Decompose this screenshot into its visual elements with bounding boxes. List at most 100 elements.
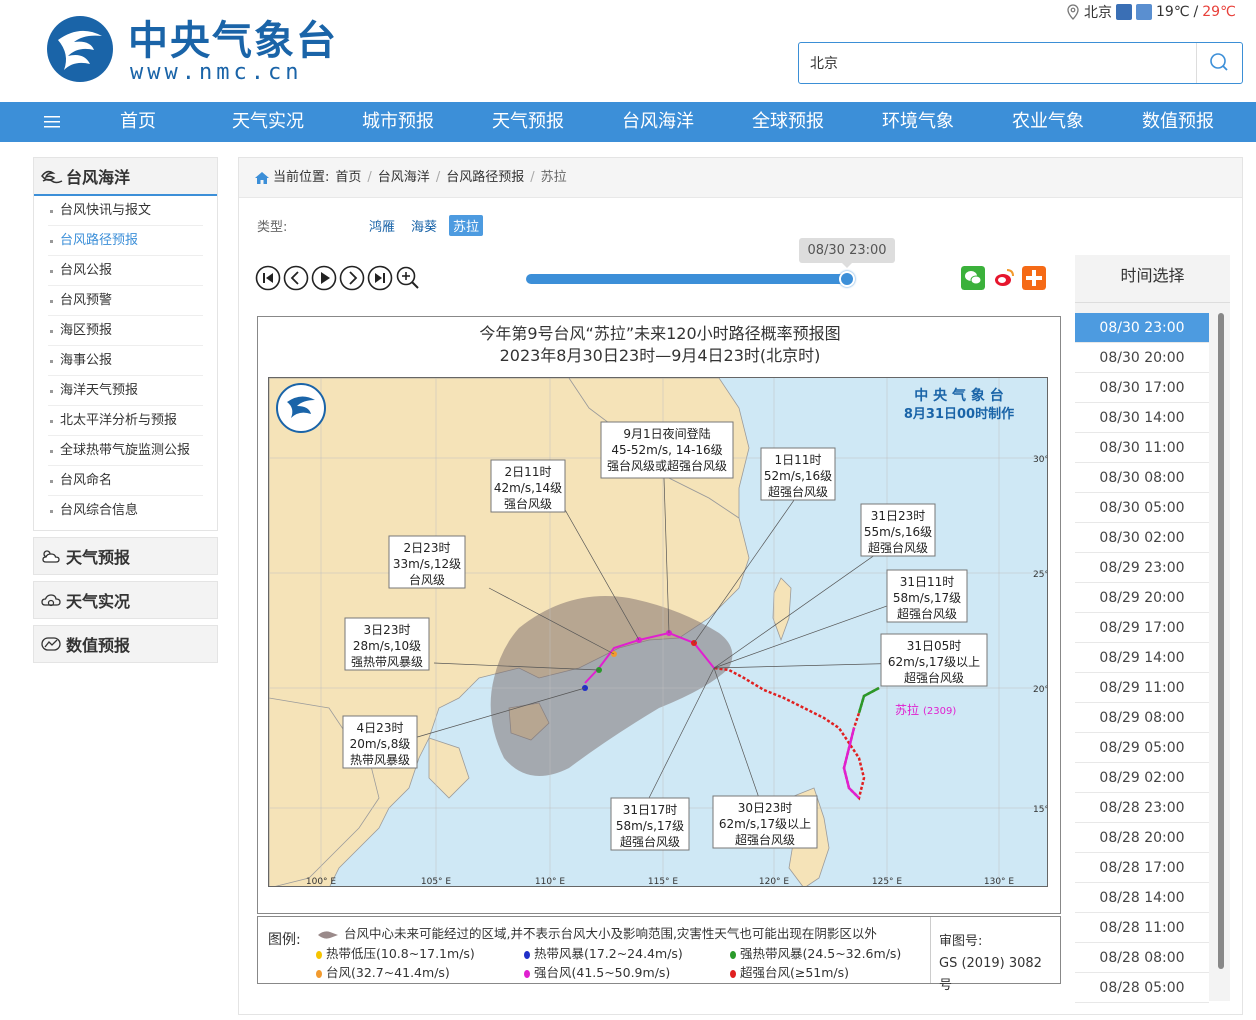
lat-tick: 15° N [1033, 805, 1048, 815]
time-item[interactable]: 08/29 08:00 [1075, 703, 1209, 733]
share-plus-icon[interactable] [1022, 266, 1046, 290]
sidebar: 台风海洋 台风快讯与报文 台风路径预报 台风公报 台风预警 海区预报 海事公报 … [33, 157, 218, 663]
search-button[interactable] [1196, 43, 1242, 83]
time-list: 08/30 23:00 08/30 20:00 08/30 17:00 08/30 1… [1075, 313, 1209, 1003]
sidebar-item-typhoon-news[interactable]: 台风快讯与报文 [48, 196, 203, 226]
type-option-haikui[interactable]: 海葵 [407, 215, 441, 236]
callout-line: 62m/s,17级以上 [719, 817, 811, 831]
time-item[interactable]: 08/29 02:00 [1075, 763, 1209, 793]
sidebar-item-track-forecast[interactable]: 台风路径预报 [48, 226, 203, 256]
menu-icon[interactable] [44, 112, 62, 132]
first-frame-icon[interactable] [255, 265, 281, 291]
nav-item-forecast[interactable]: 天气预报 [478, 102, 578, 142]
time-item[interactable]: 08/29 17:00 [1075, 613, 1209, 643]
time-item[interactable]: 08/28 05:00 [1075, 973, 1209, 1003]
play-icon[interactable] [311, 265, 337, 291]
previous-icon[interactable] [283, 265, 309, 291]
time-item[interactable]: 08/30 05:00 [1075, 493, 1209, 523]
time-item[interactable]: 08/29 05:00 [1075, 733, 1209, 763]
weibo-icon[interactable] [992, 266, 1016, 290]
time-item[interactable]: 08/30 14:00 [1075, 403, 1209, 433]
breadcrumb-home[interactable]: 首页 [335, 158, 361, 198]
time-slider-handle[interactable] [839, 271, 855, 287]
site-url: www.nmc.cn [130, 60, 303, 85]
search-input[interactable] [799, 43, 1197, 83]
track-map[interactable]: 中 央 气 象 台 8月31日00时制作 苏拉 (2309) 100° E 10… [268, 377, 1048, 887]
time-item[interactable]: 08/28 08:00 [1075, 943, 1209, 973]
time-item[interactable]: 08/30 02:00 [1075, 523, 1209, 553]
sidebar-item-maritime[interactable]: 海事公报 [48, 346, 203, 376]
callout-line: 28m/s,10级 [353, 639, 421, 653]
sidebar-item-info[interactable]: 台风综合信息 [48, 496, 203, 526]
sidebar-item-bulletin[interactable]: 台风公报 [48, 256, 203, 286]
callout-line: 31日05时 [907, 639, 962, 653]
sidebar-section-label: 台风海洋 [66, 168, 131, 187]
last-frame-icon[interactable] [367, 265, 393, 291]
callout-line: 42m/s,14级 [494, 481, 562, 495]
legend-item: 超强台风(≥51m/s) [730, 962, 849, 981]
sidebar-item-warning[interactable]: 台风预警 [48, 286, 203, 316]
zoom-in-icon[interactable] [395, 265, 421, 291]
time-item[interactable]: 08/30 20:00 [1075, 343, 1209, 373]
nav-item-typhoon[interactable]: 台风海洋 [608, 102, 708, 142]
callout-line: 超强台风级 [904, 670, 964, 685]
time-slider[interactable] [526, 274, 853, 284]
nav-item-global[interactable]: 全球预报 [738, 102, 838, 142]
time-item[interactable]: 08/28 20:00 [1075, 823, 1209, 853]
callout-line: 58m/s,17级 [893, 591, 961, 605]
next-icon[interactable] [339, 265, 365, 291]
sidebar-cat-forecast[interactable]: 天气预报 [33, 537, 218, 575]
breadcrumb-typhoon[interactable]: 台风海洋 [378, 158, 430, 198]
time-list-scrollbar[interactable] [1218, 313, 1224, 969]
wechat-icon[interactable] [961, 266, 985, 290]
sidebar-cat-numerical[interactable]: 数值预报 [33, 625, 218, 663]
legend-area: 台风中心未来可能经过的区域,并不表示台风大小及影响范围,灾害性天气也可能出现在阴… [316, 923, 877, 942]
callout-line: 31日17时 [623, 803, 678, 817]
header: 中央气象台 www.nmc.cn 北京 19℃ / 29℃ [0, 0, 1256, 102]
sidebar-cat-label: 天气预报 [66, 548, 131, 567]
type-option-honyan[interactable]: 鸿雁 [365, 215, 399, 236]
time-item[interactable]: 08/30 11:00 [1075, 433, 1209, 463]
nav-item-observation[interactable]: 天气实况 [218, 102, 318, 142]
figure-title-line2: 2023年8月30日23时—9月4日23时(北京时) [499, 346, 821, 365]
chart-line-icon [41, 637, 61, 651]
typhoon-forecast-figure: 今年第9号台风“苏拉”未来120小时路径概率预报图 2023年8月30日23时—… [257, 316, 1061, 914]
nav-item-agriculture[interactable]: 农业气象 [998, 102, 1098, 142]
breadcrumb-track[interactable]: 台风路径预报 [446, 158, 524, 198]
time-item[interactable]: 08/30 23:00 [1075, 313, 1209, 343]
sidebar-item-global-tc[interactable]: 全球热带气旋监测公报 [48, 436, 203, 466]
nav-item-numerical[interactable]: 数值预报 [1128, 102, 1228, 142]
top-weather: 北京 19℃ / 29℃ [1066, 2, 1236, 22]
time-item[interactable]: 08/29 20:00 [1075, 583, 1209, 613]
time-item[interactable]: 08/28 17:00 [1075, 853, 1209, 883]
nav-item-home[interactable]: 首页 [88, 102, 188, 142]
time-item[interactable]: 08/28 23:00 [1075, 793, 1209, 823]
sidebar-item-sea-area[interactable]: 海区预报 [48, 316, 203, 346]
sidebar-cat-label: 数值预报 [66, 636, 131, 655]
time-item[interactable]: 08/29 23:00 [1075, 553, 1209, 583]
legend-title: 图例: [268, 932, 301, 948]
breadcrumb-current: 苏拉 [540, 169, 567, 185]
nav-item-city[interactable]: 城市预报 [348, 102, 448, 142]
cma-logo[interactable] [44, 14, 116, 84]
site-title: 中央气象台 [128, 18, 338, 64]
sidebar-cat-observation[interactable]: 天气实况 [33, 581, 218, 619]
time-item[interactable]: 08/29 14:00 [1075, 643, 1209, 673]
sidebar-item-ocean-weather[interactable]: 海洋天气预报 [48, 376, 203, 406]
time-item[interactable]: 08/30 17:00 [1075, 373, 1209, 403]
callout-line: 超强台风级 [735, 832, 795, 847]
weather-city[interactable]: 北京 [1084, 2, 1112, 22]
sidebar-section-title[interactable]: 台风海洋 [34, 158, 217, 196]
temp-low: 19℃ [1156, 4, 1190, 20]
nav-item-environment[interactable]: 环境气象 [868, 102, 968, 142]
sidebar-item-north-pacific[interactable]: 北太平洋分析与预报 [48, 406, 203, 436]
time-item[interactable]: 08/29 11:00 [1075, 673, 1209, 703]
time-item[interactable]: 08/28 14:00 [1075, 883, 1209, 913]
cone-swatch-icon [318, 930, 338, 939]
sidebar-item-naming[interactable]: 台风命名 [48, 466, 203, 496]
legend-item: 强台风(41.5~50.9m/s) [524, 962, 670, 981]
time-item[interactable]: 08/28 11:00 [1075, 913, 1209, 943]
time-item[interactable]: 08/30 08:00 [1075, 463, 1209, 493]
lat-tick: 25° N [1033, 570, 1048, 580]
type-option-sula[interactable]: 苏拉 [449, 214, 484, 236]
